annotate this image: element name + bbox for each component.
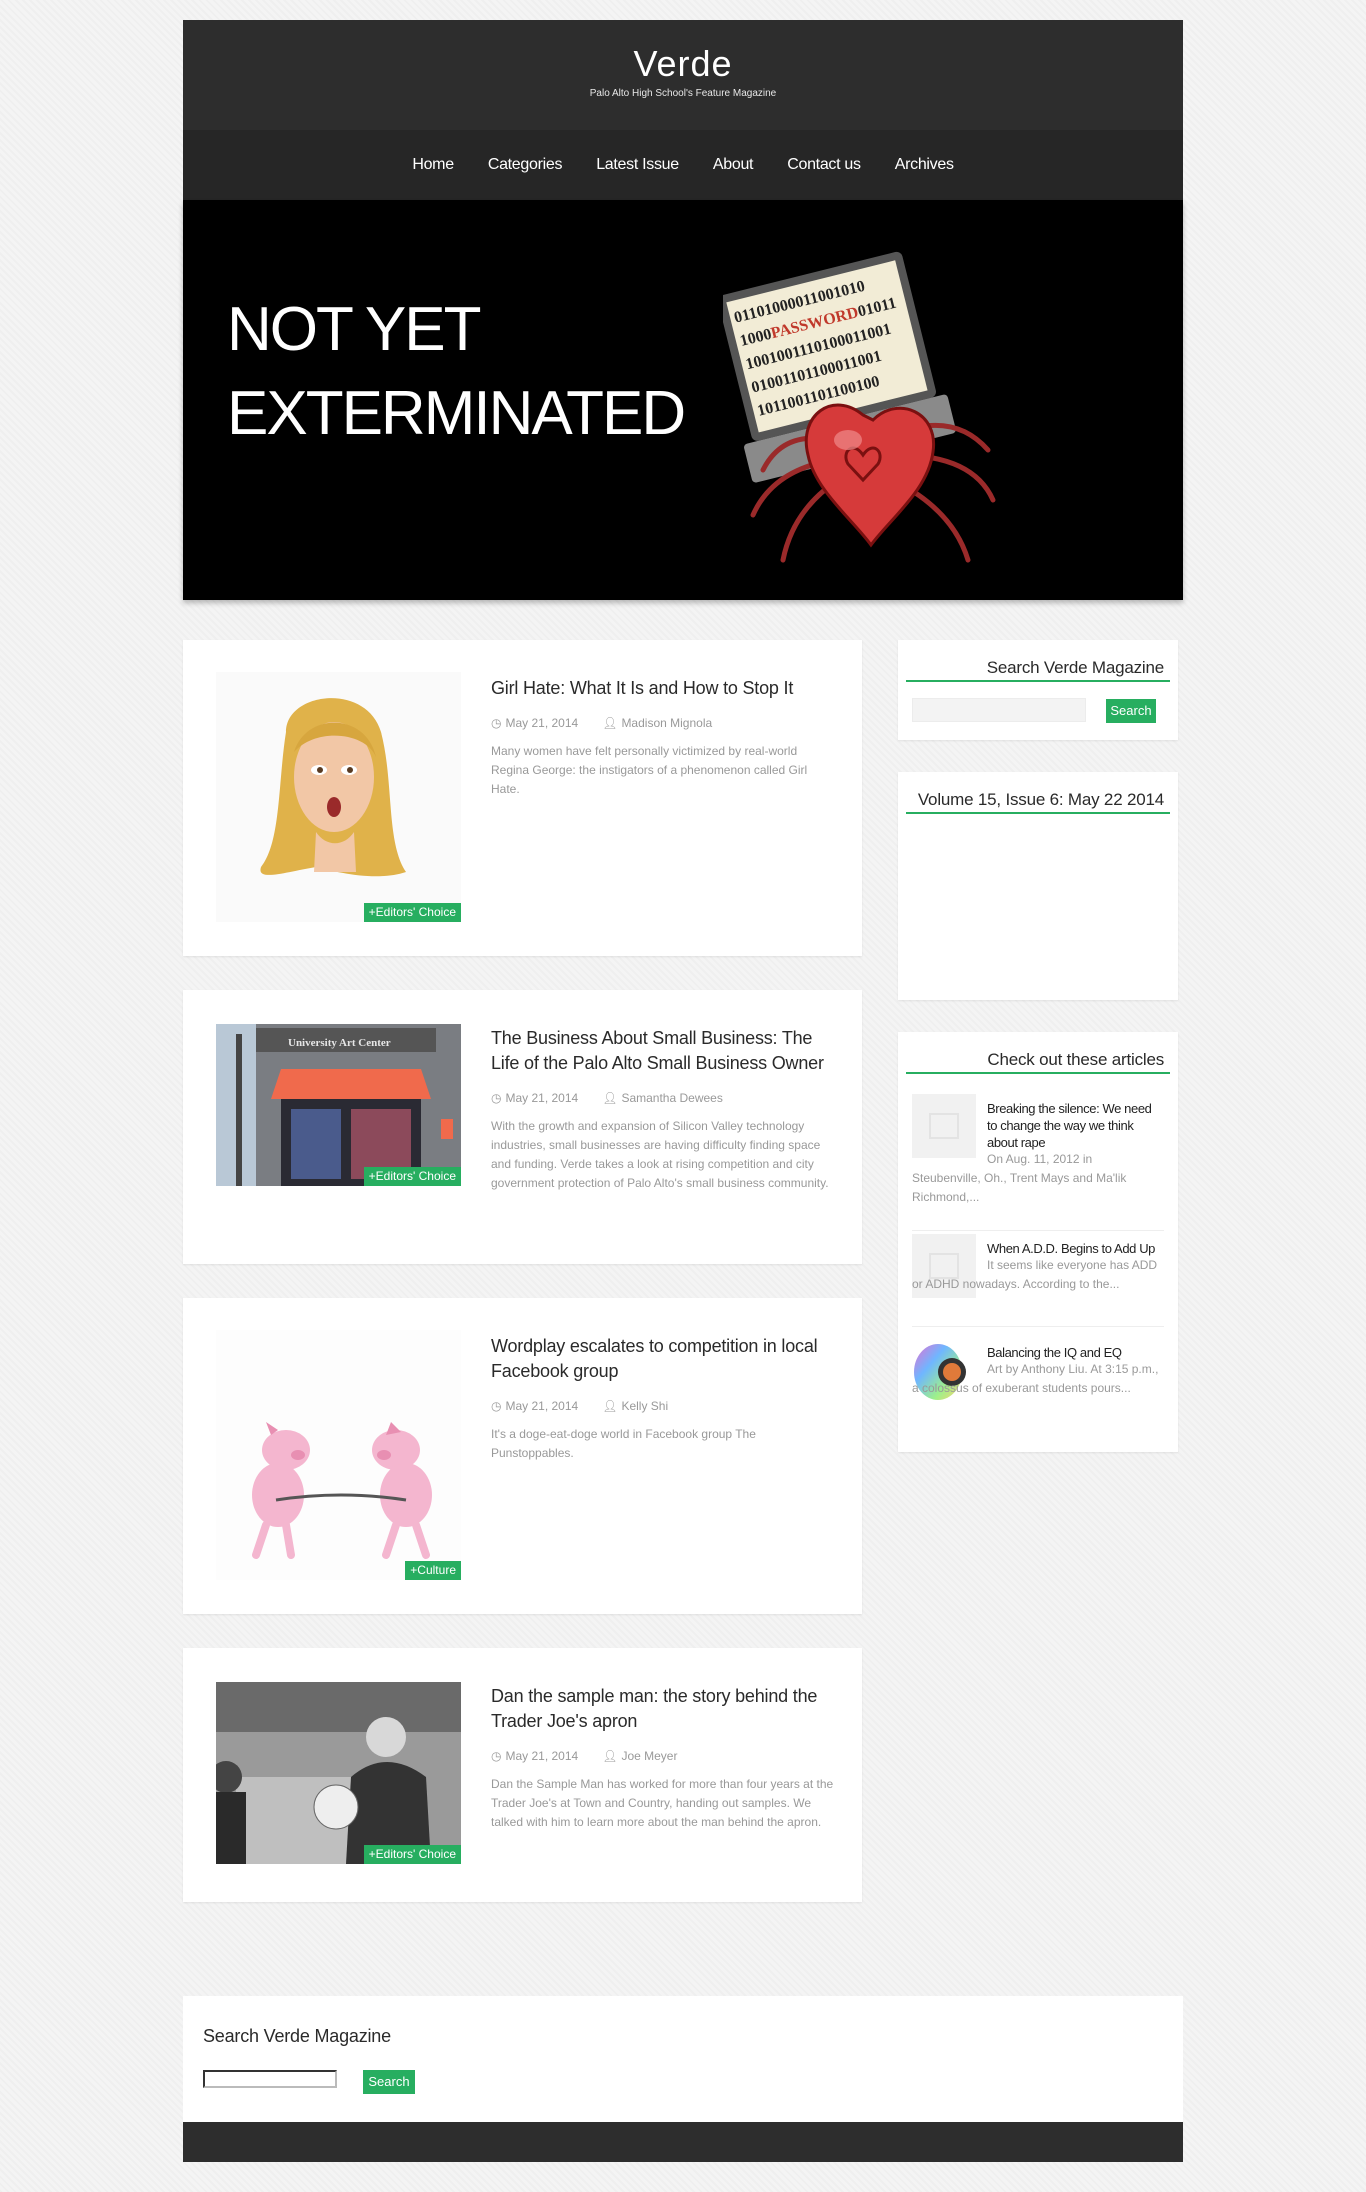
category-tag[interactable]: +Editors' Choice <box>363 1167 461 1186</box>
footer-search-widget: Search Verde Magazine Search <box>183 1996 1183 2122</box>
clock-icon: ◷ <box>491 1399 502 1413</box>
article-author[interactable]: 👤︎ Joe Meyer <box>602 1749 677 1763</box>
hero-banner[interactable]: NOT YET EXTERMINATED 01101000011001010 1… <box>183 200 1183 600</box>
sidebar-featured-widget: Check out these articles Breaking the si… <box>898 1032 1178 1452</box>
category-tag[interactable]: +Editors' Choice <box>363 1845 461 1864</box>
nav-item-archives[interactable]: Archives <box>895 130 954 200</box>
sidebar-issue-widget: Volume 15, Issue 6: May 22 2014 <box>898 772 1178 1000</box>
article-card: University Art Center +Editors' Choice T… <box>183 990 862 1264</box>
heart-bug-icon <box>804 403 936 548</box>
nav-item-categories[interactable]: Categories <box>488 130 563 200</box>
article-thumbnail[interactable]: University Art Center +Editors' Choice <box>216 1024 461 1186</box>
article-title[interactable]: The Business About Small Business: The L… <box>491 1026 836 1076</box>
site-tagline: Palo Alto High School's Feature Magazine <box>589 88 777 99</box>
nav-item-latest-issue[interactable]: Latest Issue <box>596 130 679 200</box>
featured-article-title[interactable]: Breaking the silence: We need to change … <box>987 1100 1162 1151</box>
article-excerpt: Many women have felt personally victimiz… <box>491 744 808 796</box>
article-date: ◷ May 21, 2014 <box>491 716 579 730</box>
user-icon: 👤︎ <box>602 1749 618 1763</box>
article-meta: ◷ May 21, 2014 👤︎ Madison Mignola <box>491 716 836 730</box>
clock-icon: ◷ <box>491 1749 502 1763</box>
article-thumbnail[interactable]: +Culture <box>216 1330 461 1580</box>
sidebar-search-widget: Search Verde Magazine Search <box>898 640 1178 740</box>
featured-article-item[interactable]: Balancing the IQ and EQ Art by Anthony L… <box>912 1338 1164 1438</box>
site-title[interactable]: Verde <box>183 20 1183 84</box>
article-card: +Editors' Choice Dan the sample man: the… <box>183 1648 862 1902</box>
article-excerpt: Dan the Sample Man has worked for more t… <box>491 1777 834 1829</box>
article-meta: ◷ May 21, 2014 👤︎ Joe Meyer <box>491 1749 836 1763</box>
nav-item-home[interactable]: Home <box>412 130 454 200</box>
user-icon: 👤︎ <box>602 1091 618 1105</box>
hero-title[interactable]: NOT YET EXTERMINATED <box>227 288 686 456</box>
widget-title[interactable]: Volume 15, Issue 6: May 22 2014 <box>906 790 1170 814</box>
hero-illustration: 01101000011001010 1000PASSWORD01011 1001… <box>723 251 996 563</box>
article-title[interactable]: Girl Hate: What It Is and How to Stop It <box>491 676 836 701</box>
article-title[interactable]: Wordplay escalates to competition in loc… <box>491 1334 836 1384</box>
category-tag[interactable]: +Editors' Choice <box>363 903 461 922</box>
pigs-tug-of-war-illustration <box>252 1422 432 1559</box>
article-thumbnail[interactable]: +Editors' Choice <box>216 1682 461 1864</box>
storefront-photo: University Art Center <box>216 1024 461 1186</box>
widget-title: Check out these articles <box>906 1050 1170 1074</box>
footer-search-button[interactable]: Search <box>363 2070 415 2094</box>
featured-article-title[interactable]: When A.D.D. Begins to Add Up <box>987 1240 1162 1257</box>
featured-article-excerpt: It seems like everyone has ADD or ADHD n… <box>912 1258 1158 1291</box>
featured-article-item[interactable]: When A.D.D. Begins to Add Up It seems li… <box>912 1234 1164 1334</box>
clock-icon: ◷ <box>491 716 502 730</box>
girl-illustration <box>260 698 406 877</box>
site-header: Verde Palo Alto High School's Feature Ma… <box>183 20 1183 130</box>
widget-title: Search Verde Magazine <box>906 658 1170 682</box>
store-sign: University Art Center <box>288 1037 391 1049</box>
nav-item-about[interactable]: About <box>713 130 754 200</box>
nav-item-contact[interactable]: Contact us <box>787 130 861 200</box>
article-date: ◷ May 21, 2014 <box>491 1091 579 1105</box>
article-meta: ◷ May 21, 2014 👤︎ Samantha Dewees <box>491 1091 836 1105</box>
article-meta: ◷ May 21, 2014 👤︎ Kelly Shi <box>491 1399 836 1413</box>
article-author[interactable]: 👤︎ Madison Mignola <box>602 716 712 730</box>
user-icon: 👤︎ <box>602 1399 618 1413</box>
featured-article-item[interactable]: Breaking the silence: We need to change … <box>912 1094 1164 1224</box>
sample-man-photo <box>216 1682 461 1864</box>
clock-icon: ◷ <box>491 1091 502 1105</box>
featured-article-excerpt: On Aug. 11, 2012 in Steubenville, Oh., T… <box>912 1152 1127 1204</box>
article-excerpt: With the growth and expansion of Silicon… <box>491 1119 829 1190</box>
sidebar-search-button[interactable]: Search <box>1106 699 1156 723</box>
footer-search-input[interactable] <box>203 2070 337 2088</box>
main-nav: Home Categories Latest Issue About Conta… <box>183 130 1183 200</box>
article-author[interactable]: 👤︎ Kelly Shi <box>602 1399 668 1413</box>
featured-article-title[interactable]: Balancing the IQ and EQ <box>987 1344 1162 1361</box>
footer-bar <box>183 2122 1183 2162</box>
divider <box>912 1326 1164 1327</box>
placeholder-image-icon[interactable] <box>912 1094 976 1158</box>
article-excerpt: It's a doge-eat-doge world in Facebook g… <box>491 1427 756 1460</box>
article-date: ◷ May 21, 2014 <box>491 1399 579 1413</box>
article-date: ◷ May 21, 2014 <box>491 1749 579 1763</box>
article-author[interactable]: 👤︎ Samantha Dewees <box>602 1091 723 1105</box>
user-icon: 👤︎ <box>602 716 618 730</box>
featured-article-excerpt: Art by Anthony Liu. At 3:15 p.m., a colo… <box>912 1362 1159 1395</box>
divider <box>912 1230 1164 1231</box>
article-card: +Culture Wordplay escalates to competiti… <box>183 1298 862 1614</box>
article-title[interactable]: Dan the sample man: the story behind the… <box>491 1684 836 1734</box>
category-tag[interactable]: +Culture <box>405 1561 461 1580</box>
article-card: +Editors' Choice Girl Hate: What It Is a… <box>183 640 862 956</box>
footer-search-title: Search Verde Magazine <box>203 2026 391 2046</box>
article-thumbnail[interactable]: +Editors' Choice <box>216 672 461 922</box>
sidebar-search-input[interactable] <box>912 698 1086 722</box>
